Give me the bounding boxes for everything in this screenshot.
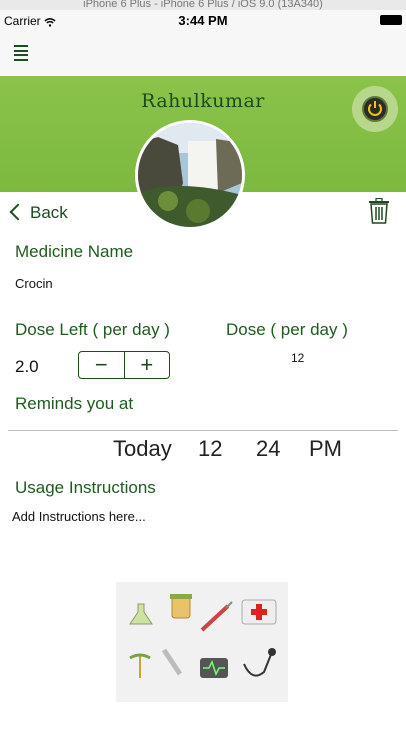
dose-left-value: 2.0 <box>15 357 39 376</box>
medicine-name-field[interactable]: Crocin <box>15 276 53 291</box>
picker-ampm[interactable]: PM <box>309 436 342 462</box>
back-button[interactable]: Back <box>8 203 68 223</box>
nav-bar <box>0 32 406 76</box>
simulator-title: iPhone 6 Plus - iPhone 6 Plus / iOS 9.0 … <box>0 0 406 10</box>
increment-button[interactable]: + <box>125 352 170 378</box>
trash-icon[interactable] <box>368 197 390 224</box>
menu-icon[interactable] <box>14 45 28 61</box>
status-bar: Carrier 3:44 PM <box>0 10 406 32</box>
picker-minute[interactable]: 24 <box>256 436 280 462</box>
divider <box>8 430 398 431</box>
back-chevron-icon <box>9 203 27 221</box>
decrement-button[interactable]: − <box>79 352 125 378</box>
dose-stepper: − + <box>78 351 170 379</box>
picker-hour[interactable]: 12 <box>198 436 222 462</box>
medicine-name-label: Medicine Name <box>15 242 134 261</box>
avatar[interactable] <box>135 120 245 230</box>
reminder-label: Reminds you at <box>15 394 134 413</box>
battery-icon <box>380 15 402 25</box>
usage-instructions-field[interactable]: Add Instructions here... <box>12 509 146 524</box>
power-button[interactable] <box>352 86 398 132</box>
usage-instructions-label: Usage Instructions <box>15 478 156 497</box>
dose-value-field[interactable]: 12 <box>291 351 304 365</box>
medical-illustration <box>116 582 288 702</box>
dose-label: Dose ( per day ) <box>226 320 348 339</box>
status-time: 3:44 PM <box>178 13 228 28</box>
profile-name: Rahulkumar <box>141 90 265 112</box>
power-icon <box>362 96 388 122</box>
picker-day[interactable]: Today <box>113 436 172 462</box>
dose-left-label: Dose Left ( per day ) <box>15 320 170 339</box>
